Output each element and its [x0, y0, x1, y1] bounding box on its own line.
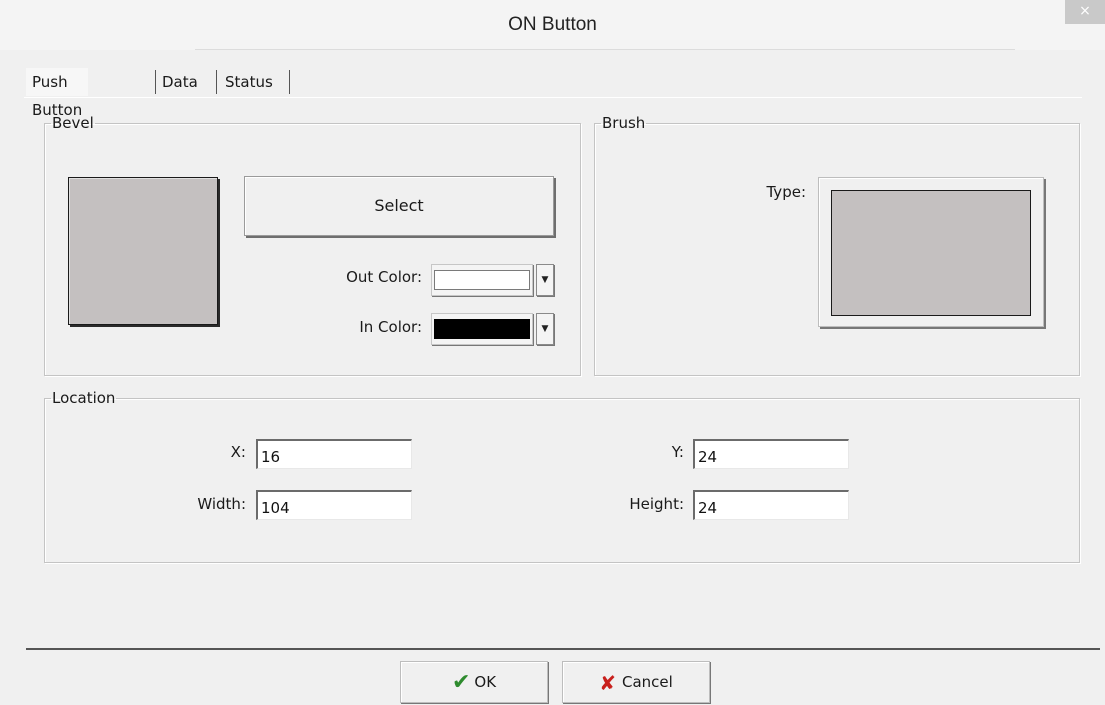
location-legend: Location [52, 389, 116, 407]
out-color-picker[interactable] [431, 264, 533, 296]
ok-label: OK [474, 673, 497, 691]
out-color-swatch [434, 270, 530, 290]
tab-push-button[interactable]: Push Button [26, 68, 89, 119]
in-color-dropdown-button[interactable]: ▼ [536, 313, 554, 345]
close-button[interactable]: × [1065, 0, 1105, 24]
bevel-legend: Bevel [52, 114, 94, 132]
out-color-label: Out Color: [346, 268, 422, 286]
title-bar: ON Button × [0, 0, 1105, 50]
brush-legend: Brush [602, 114, 646, 132]
height-label: Height: [629, 495, 684, 513]
out-color-dropdown-button[interactable]: ▼ [536, 264, 554, 296]
checkmark-icon: ✔ [451, 669, 471, 695]
tab-separator [289, 70, 290, 94]
x-icon: ✘ [599, 670, 616, 695]
y-input[interactable] [693, 439, 849, 469]
cancel-button[interactable]: ✘ Cancel [562, 661, 710, 703]
brush-type-button[interactable] [818, 177, 1044, 327]
width-input[interactable] [256, 490, 412, 520]
cancel-label: Cancel [621, 673, 673, 691]
height-input[interactable] [693, 490, 849, 520]
y-label: Y: [671, 443, 684, 461]
chevron-down-icon: ▼ [541, 275, 549, 285]
close-icon: × [1079, 3, 1091, 19]
in-color-label: In Color: [359, 318, 422, 336]
chevron-down-icon: ▼ [541, 324, 549, 334]
bevel-preview [68, 177, 218, 325]
x-label: X: [230, 443, 246, 461]
in-color-picker[interactable] [431, 313, 533, 345]
tab-underline [24, 97, 1082, 98]
select-button[interactable]: Select [244, 176, 554, 236]
in-color-swatch [434, 319, 530, 339]
title-divider [195, 49, 1015, 50]
brush-type-swatch [831, 190, 1031, 316]
footer-divider [26, 648, 1100, 650]
window-title: ON Button [508, 14, 597, 35]
x-input[interactable] [256, 439, 412, 469]
tab-data[interactable]: Data [156, 68, 204, 96]
tab-status[interactable]: Status [219, 68, 279, 96]
tab-separator [216, 70, 217, 94]
brush-type-label: Type: [766, 183, 806, 201]
width-label: Width: [197, 495, 246, 513]
ok-button[interactable]: ✔ OK [400, 661, 548, 703]
location-group: Location [44, 389, 1080, 563]
